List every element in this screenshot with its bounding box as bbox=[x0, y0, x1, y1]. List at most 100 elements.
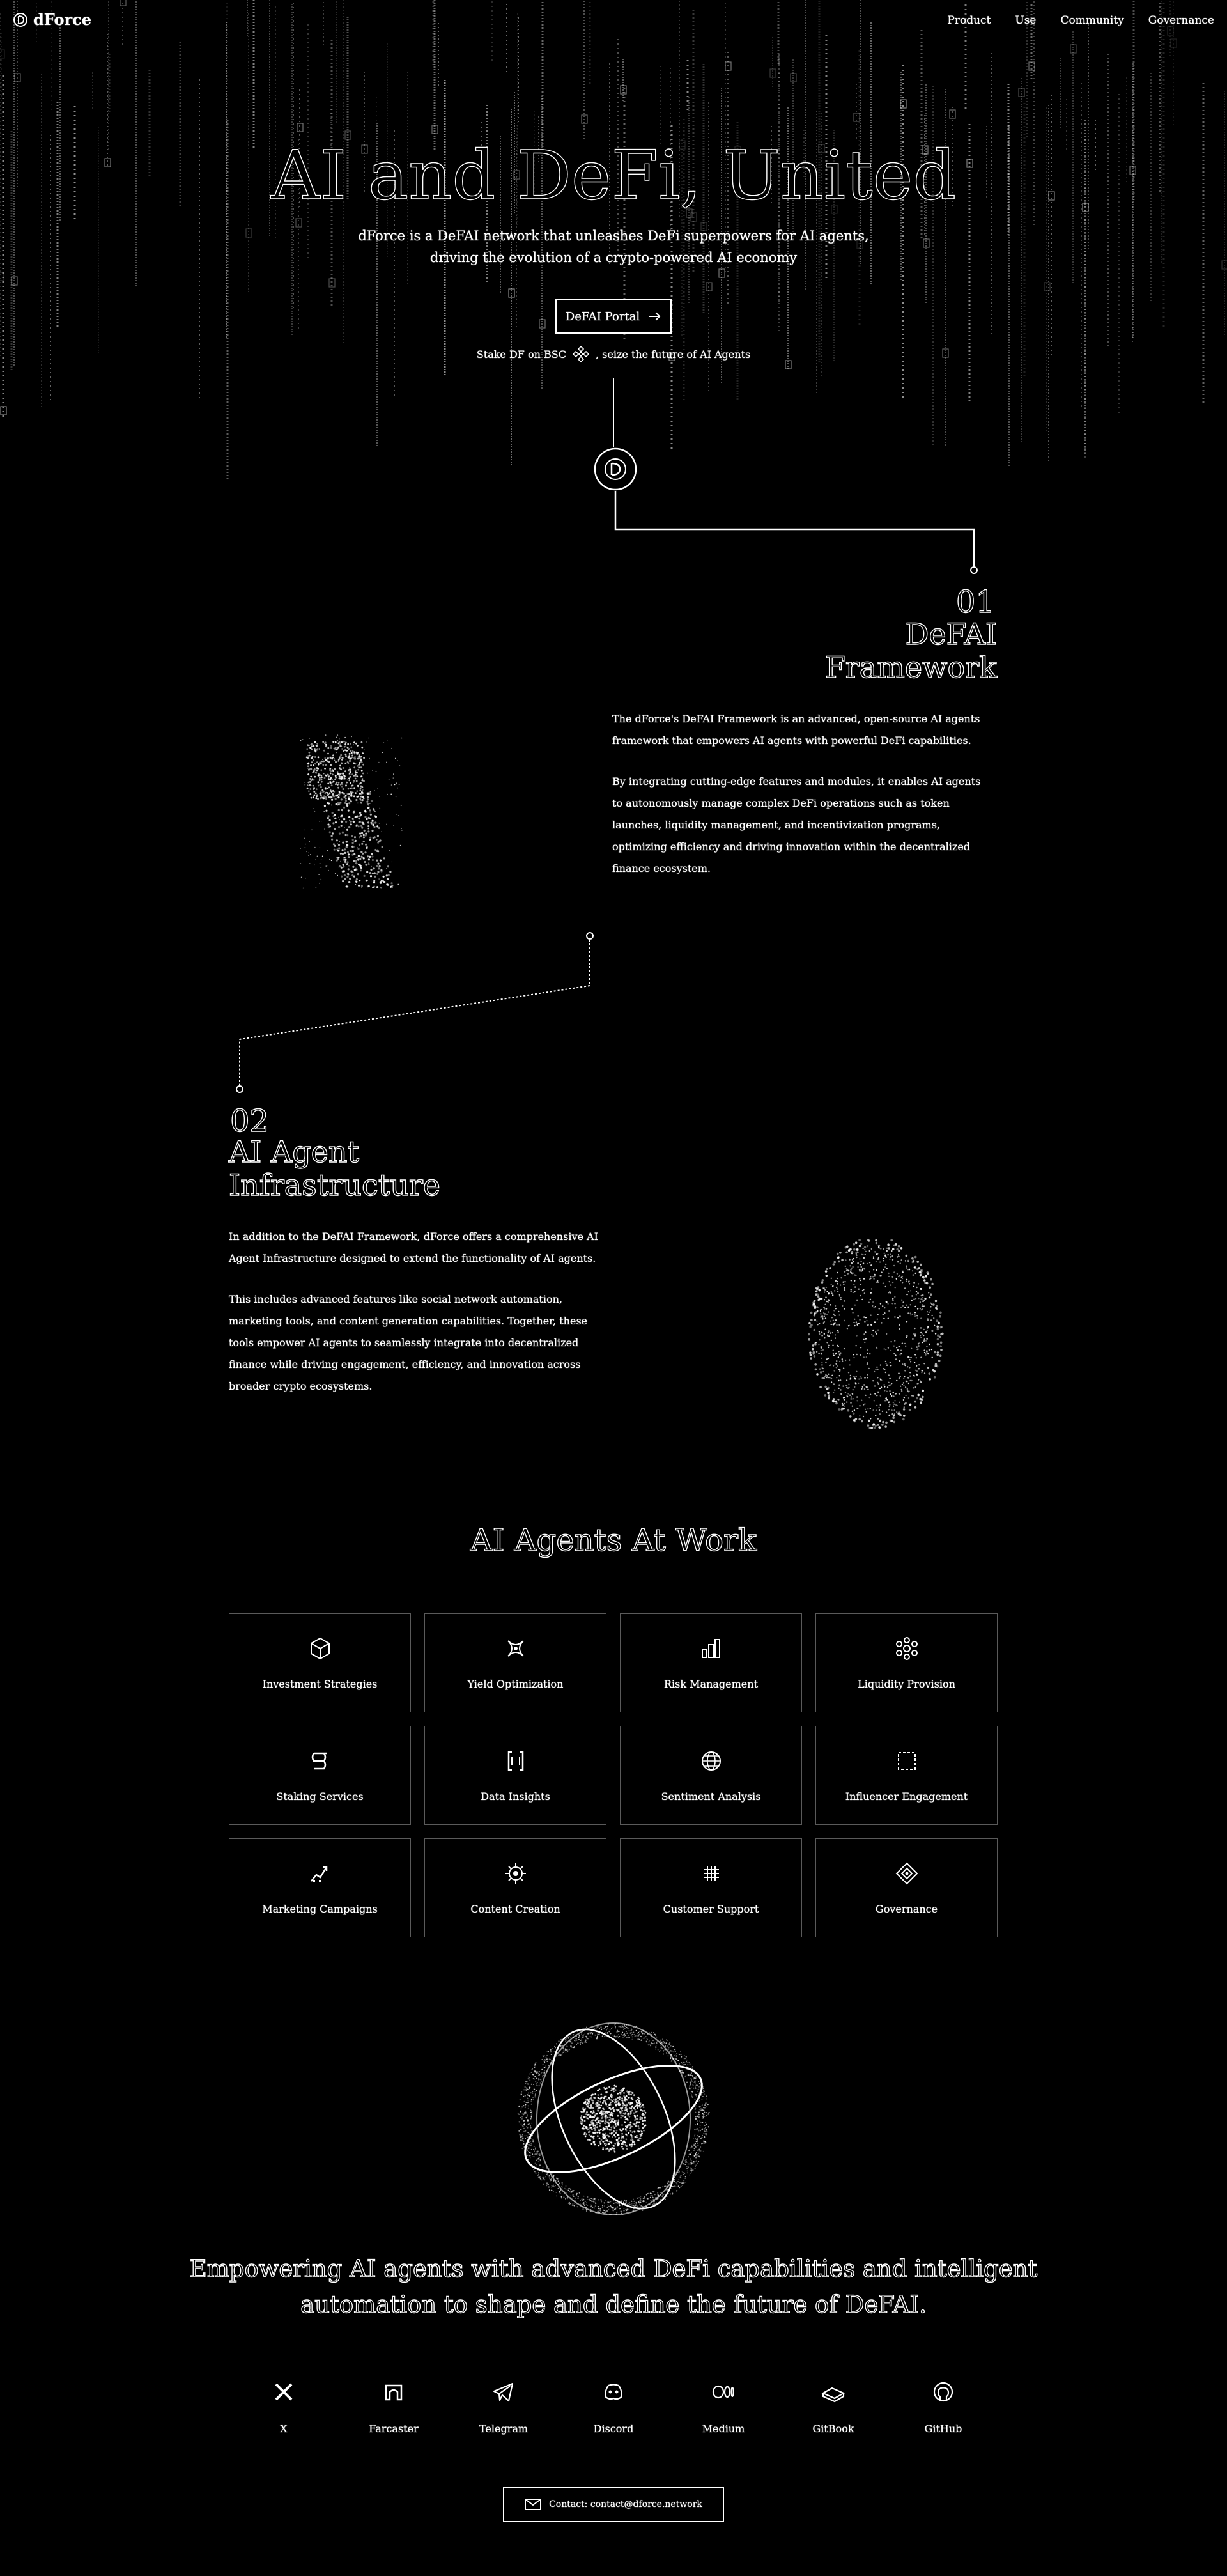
agent-card-label: Customer Support bbox=[663, 1903, 759, 1915]
social-link[interactable]: GitHub bbox=[888, 2379, 998, 2435]
agents-section-title: AI Agents At Work bbox=[470, 1522, 757, 1558]
x-icon bbox=[275, 2383, 293, 2401]
brand-logo[interactable]: dForce bbox=[13, 10, 91, 29]
agent-card[interactable]: Influencer Engagement bbox=[815, 1726, 998, 1825]
frame-icon bbox=[897, 1752, 916, 1770]
agents-grid: Investment Strategies Yield Optimization R… bbox=[229, 1613, 998, 1937]
ai-head-particle-illustration bbox=[808, 1239, 944, 1429]
hero-subtitle-line-2: driving the evolution of a crypto-powere… bbox=[429, 250, 798, 265]
arrow-right-icon bbox=[649, 312, 661, 321]
social-link-label: Farcaster bbox=[369, 2423, 419, 2435]
farcaster-icon bbox=[385, 2384, 403, 2401]
coin-stack-icon bbox=[311, 1752, 327, 1770]
agent-card-label: Investment Strategies bbox=[262, 1678, 378, 1690]
medium-icon bbox=[712, 2385, 734, 2399]
social-link[interactable]: Discord bbox=[559, 2379, 668, 2435]
contact-label: Contact: contact@dforce.network bbox=[549, 2499, 702, 2510]
social-link-label: GitHub bbox=[924, 2423, 962, 2435]
section-2-number: 02 bbox=[229, 1103, 270, 1139]
section-1-title-line-1: DeFAI bbox=[905, 617, 998, 651]
contact-button[interactable]: Contact: contact@dforce.network bbox=[503, 2487, 724, 2522]
nav-product[interactable]: Product bbox=[947, 14, 991, 27]
chip-icon bbox=[505, 1863, 526, 1884]
social-link[interactable]: X bbox=[229, 2379, 339, 2435]
agent-card[interactable]: Customer Support bbox=[620, 1838, 802, 1937]
social-link-label: Telegram bbox=[479, 2423, 529, 2435]
agent-card-label: Risk Management bbox=[663, 1678, 758, 1690]
section-1-paragraph-2: By integrating cutting-edge features and… bbox=[612, 775, 981, 874]
section-1-number: 01 bbox=[955, 584, 995, 620]
globe-particle-illustration bbox=[517, 2022, 710, 2215]
stake-text: Stake DF on BSC bbox=[476, 348, 566, 361]
agent-card-label: Staking Services bbox=[276, 1790, 364, 1803]
globe-icon bbox=[701, 1751, 721, 1771]
social-link-label: X bbox=[280, 2423, 288, 2435]
hero-node-icon bbox=[594, 447, 637, 491]
agent-card[interactable]: Content Creation bbox=[424, 1838, 606, 1937]
defai-portal-label: DeFAI Portal bbox=[565, 309, 640, 323]
section-1-body: The dForce's DeFAI Framework is an advan… bbox=[612, 708, 991, 899]
github-icon bbox=[933, 2382, 953, 2402]
social-links: X Farcaster Telegram Discord Medium GitBook Gi… bbox=[229, 2379, 998, 2435]
section-2-paragraph-1: In addition to the DeFAI Framework, dFor… bbox=[229, 1230, 598, 1264]
social-link-label: Discord bbox=[593, 2423, 634, 2435]
cube-icon bbox=[310, 1637, 330, 1660]
social-link-label: Medium bbox=[702, 2423, 745, 2435]
nav-governance[interactable]: Governance bbox=[1148, 14, 1214, 27]
mission-statement-line-2: automation to shape and define the futur… bbox=[300, 2290, 927, 2318]
stake-banner[interactable]: Stake DF on BSC , seize the future of AI… bbox=[0, 345, 1227, 364]
agent-card-label: Yield Optimization bbox=[467, 1678, 564, 1690]
social-link-label: GitBook bbox=[812, 2423, 854, 2435]
agent-card[interactable]: Sentiment Analysis bbox=[620, 1726, 802, 1825]
agent-card[interactable]: Staking Services bbox=[229, 1726, 411, 1825]
yield-icon bbox=[507, 1640, 524, 1657]
section-1-title-line-2: Framework bbox=[824, 650, 998, 685]
section-2-body: In addition to the DeFAI Framework, dFor… bbox=[229, 1226, 612, 1416]
hero-subtitle: dForce is a DeFAI network that unleashes… bbox=[0, 225, 1227, 268]
brand-name: dForce bbox=[33, 10, 92, 29]
nav-community[interactable]: Community bbox=[1061, 14, 1124, 27]
social-link[interactable]: GitBook bbox=[778, 2379, 888, 2435]
hero-title: AI and DeFi, United bbox=[270, 136, 957, 215]
agent-card[interactable]: Marketing Campaigns bbox=[229, 1838, 411, 1937]
stake-text-after: , seize the future of AI Agents bbox=[595, 348, 751, 361]
agent-card[interactable]: Data Insights bbox=[424, 1726, 606, 1825]
gitbook-icon bbox=[821, 2387, 845, 2403]
bnb-chain-icon bbox=[572, 345, 590, 363]
agent-card[interactable]: Liquidity Provision bbox=[815, 1613, 998, 1712]
agent-card-label: Marketing Campaigns bbox=[262, 1903, 378, 1915]
section-2-title-line-1: AI Agent bbox=[228, 1135, 360, 1169]
grid-icon bbox=[703, 1866, 719, 1881]
social-link[interactable]: Medium bbox=[668, 2379, 778, 2435]
section-2-paragraph-2: This includes advanced features like soc… bbox=[229, 1293, 588, 1392]
telegram-icon bbox=[493, 2382, 514, 2402]
mission-statement: Empowering AI agents with advanced DeFi … bbox=[0, 2251, 1227, 2323]
nav-use[interactable]: Use bbox=[1015, 14, 1036, 27]
brackets-icon bbox=[507, 1751, 523, 1771]
agent-card[interactable]: Risk Management bbox=[620, 1613, 802, 1712]
defai-portal-button[interactable]: DeFAI Portal bbox=[555, 299, 672, 334]
dforce-logo-icon bbox=[13, 12, 27, 27]
agent-card-label: Liquidity Provision bbox=[858, 1678, 955, 1690]
social-link[interactable]: Farcaster bbox=[339, 2379, 449, 2435]
chart-up-icon bbox=[310, 1866, 327, 1882]
hero-subtitle-line-1: dForce is a DeFAI network that unleashes… bbox=[358, 228, 869, 244]
discord-icon bbox=[605, 2384, 622, 2400]
social-link[interactable]: Telegram bbox=[449, 2379, 559, 2435]
agent-card-label: Governance bbox=[875, 1903, 938, 1915]
section-2-title: AI Agent Infrastructure bbox=[228, 1135, 440, 1202]
section-1-title: DeFAI Framework bbox=[824, 617, 998, 685]
agent-card-label: Sentiment Analysis bbox=[661, 1790, 761, 1803]
agent-card[interactable]: Yield Optimization bbox=[424, 1613, 606, 1712]
agent-card[interactable]: Investment Strategies bbox=[229, 1613, 411, 1712]
mail-icon bbox=[525, 2499, 542, 2510]
molecule-icon bbox=[895, 1637, 918, 1660]
ai-hand-particle-illustration bbox=[300, 734, 403, 889]
agent-card-label: Influencer Engagement bbox=[845, 1790, 968, 1803]
main-nav: Product Use Community Governance bbox=[947, 14, 1214, 27]
bar-chart-icon bbox=[701, 1639, 720, 1658]
agent-card[interactable]: Governance bbox=[815, 1838, 998, 1937]
agent-card-label: Content Creation bbox=[470, 1903, 560, 1915]
diamond-icon bbox=[895, 1862, 918, 1885]
section-1-paragraph-1: The dForce's DeFAI Framework is an advan… bbox=[612, 713, 980, 747]
